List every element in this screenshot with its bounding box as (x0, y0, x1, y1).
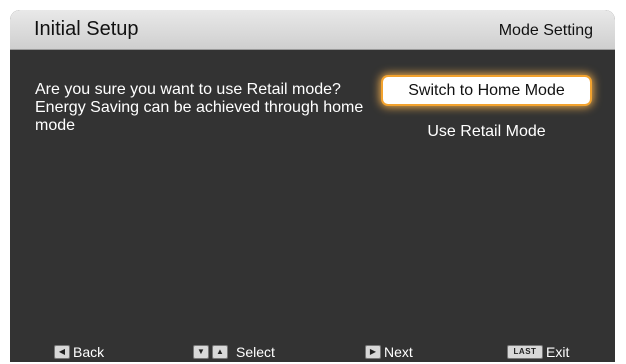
setup-window: Initial Setup Mode Setting Are you sure … (10, 10, 615, 362)
back-hint[interactable]: ◀ Back (54, 344, 104, 360)
down-arrow-key-icon: ▼ (193, 345, 209, 359)
select-hint[interactable]: ▼ ▲ Select (193, 344, 275, 360)
left-arrow-key-icon: ◀ (54, 345, 70, 359)
next-hint[interactable]: ▶ Next (365, 344, 413, 360)
use-retail-mode-button[interactable]: Use Retail Mode (383, 123, 590, 141)
confirm-message: Are you sure you want to use Retail mode… (35, 81, 364, 134)
next-label: Next (384, 344, 413, 360)
back-label: Back (73, 344, 105, 360)
section-title: Mode Setting (498, 22, 593, 39)
header-bar: Initial Setup Mode Setting (10, 10, 615, 50)
footer-hints: ◀ Back ▼ ▲ Select ▶ Next LAST Exit (10, 342, 615, 362)
right-arrow-key-icon: ▶ (365, 345, 381, 359)
select-label: Select (236, 344, 275, 360)
last-key-icon: LAST (507, 345, 543, 359)
up-arrow-key-icon: ▲ (212, 345, 228, 359)
exit-hint[interactable]: LAST Exit (507, 344, 569, 360)
exit-label: Exit (546, 344, 570, 360)
switch-to-home-mode-button[interactable]: Switch to Home Mode (383, 77, 590, 104)
page-title: Initial Setup (34, 18, 139, 40)
